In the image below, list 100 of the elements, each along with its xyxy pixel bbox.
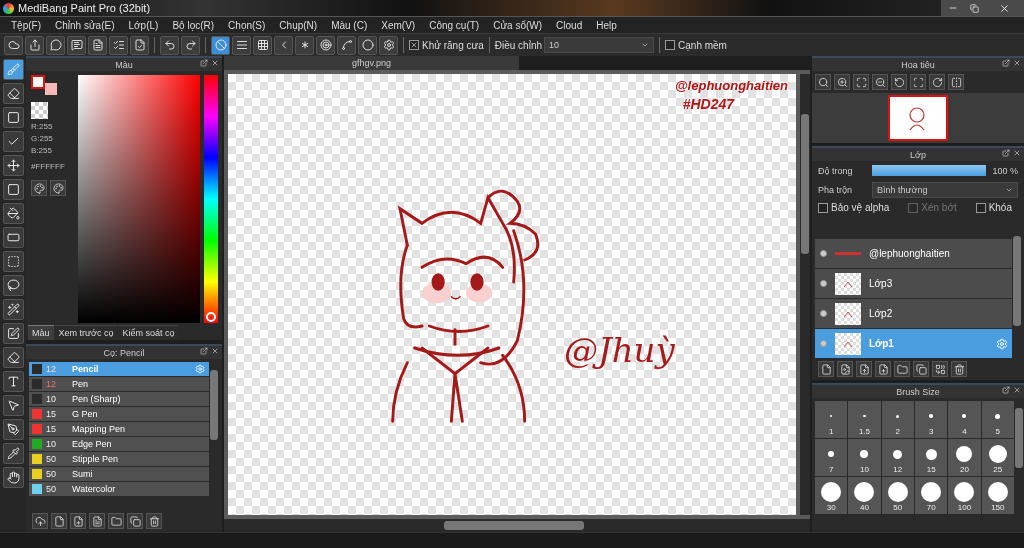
brush-size-item[interactable]: 12 [881, 439, 914, 476]
saturation-value-picker[interactable] [78, 75, 200, 323]
brush-item[interactable]: 10 Pen (Sharp) [29, 392, 209, 406]
menu-item[interactable]: Help [589, 19, 624, 31]
checkbox[interactable] [818, 202, 828, 213]
import-layer-button[interactable] [856, 361, 872, 377]
layer-item[interactable]: @lephuonghaitien [815, 239, 1012, 268]
brush-size-item[interactable]: 3 [915, 401, 948, 438]
brush-item[interactable]: 50 Watercolor [29, 482, 209, 496]
delete-button[interactable] [146, 513, 162, 529]
undock-icon[interactable] [1002, 149, 1010, 157]
operation-tool[interactable] [2, 395, 24, 416]
transparent-color-swatch[interactable] [31, 102, 48, 119]
eraser-tool[interactable] [2, 83, 24, 104]
visibility-toggle[interactable] [820, 280, 827, 287]
add-brush-button[interactable] [70, 513, 86, 529]
rotate-left-button[interactable] [891, 74, 907, 90]
brush-size-item[interactable]: 20 [948, 439, 981, 476]
brush-size-item[interactable]: 50 [881, 477, 914, 514]
close-icon[interactable] [1013, 149, 1021, 157]
add-layer-button[interactable] [875, 361, 891, 377]
brush-size-item[interactable]: 150 [981, 477, 1014, 514]
rectangle-tool[interactable] [2, 107, 24, 128]
menu-item[interactable]: Công cụ(T) [422, 19, 487, 31]
brush-item[interactable]: 15 Mapping Pen [29, 422, 209, 436]
scrollbar[interactable] [224, 519, 810, 532]
close-icon[interactable] [211, 347, 219, 355]
brush-size-item[interactable]: 70 [915, 477, 948, 514]
parallel-lines-button[interactable] [232, 35, 251, 55]
brush-size-item[interactable]: 4 [948, 401, 981, 438]
undock-icon[interactable] [1002, 386, 1010, 394]
brush-size-item[interactable]: 1.5 [848, 401, 881, 438]
menu-item[interactable]: Chỉnh sửa(E) [48, 19, 122, 31]
layer-item[interactable]: Lớp2 [815, 299, 1012, 328]
menu-item[interactable]: Cloud [549, 19, 590, 31]
bucket-tool[interactable] [2, 203, 24, 224]
merge-button[interactable] [932, 361, 948, 377]
brush-size-item[interactable]: 30 [815, 477, 848, 514]
scrollbar[interactable] [800, 74, 810, 515]
brush-file-button[interactable] [89, 513, 105, 529]
undock-icon[interactable] [200, 347, 208, 355]
brush-size-item[interactable]: 7 [815, 439, 848, 476]
zoom-in-button[interactable] [834, 74, 850, 90]
visibility-toggle[interactable] [820, 340, 827, 347]
menu-item[interactable]: Lớp(L) [121, 19, 166, 31]
magic-wand-tool[interactable] [2, 299, 24, 320]
undock-icon[interactable] [1002, 59, 1010, 67]
new-layer-button[interactable] [818, 361, 834, 377]
visibility-toggle[interactable] [820, 310, 827, 317]
ruler-settings-button[interactable] [379, 35, 398, 55]
layer-item[interactable]: Lớp3 [815, 269, 1012, 298]
circle-button[interactable] [358, 35, 377, 55]
menu-item[interactable]: Xem(V) [374, 19, 423, 31]
visibility-toggle[interactable] [820, 250, 827, 257]
brush-size-item[interactable]: 2 [881, 401, 914, 438]
undo-button[interactable] [160, 35, 179, 55]
checkbox[interactable] [975, 202, 986, 213]
select-tool[interactable] [2, 251, 24, 272]
concentric-circle-button[interactable] [316, 35, 335, 55]
select-eraser-tool[interactable] [2, 347, 24, 368]
menu-item[interactable]: Màu (C) [324, 19, 375, 31]
comment-button[interactable] [67, 35, 86, 55]
brush-item[interactable]: 50 Stipple Pen [29, 452, 209, 466]
eyedropper-tool[interactable] [2, 443, 24, 464]
share-button[interactable] [25, 35, 44, 55]
foreground-color-swatch[interactable] [31, 75, 45, 89]
panel-tab[interactable]: Màu [28, 325, 54, 340]
brush-item[interactable]: 50 Sumi [29, 467, 209, 481]
background-color-swatch[interactable] [45, 83, 57, 95]
correction-select[interactable]: 10 [544, 37, 655, 53]
disable-ruler-button[interactable] [211, 35, 230, 55]
cloud-button[interactable] [4, 35, 23, 55]
text-tool[interactable] [2, 371, 24, 392]
brush-item[interactable]: 12 Pen [29, 377, 209, 391]
fit-screen-button[interactable] [910, 74, 926, 90]
palette-button[interactable] [31, 180, 47, 196]
brush-size-item[interactable]: 40 [848, 477, 881, 514]
brush-size-item[interactable]: 25 [981, 439, 1014, 476]
undock-icon[interactable] [200, 59, 208, 67]
brush-item[interactable]: 10 Edge Pen [29, 437, 209, 451]
hue-handle[interactable] [206, 312, 216, 322]
new-brush-button[interactable] [51, 513, 67, 529]
canvas[interactable]: @lephuonghaitien #HD247 @Jhuỳ [228, 74, 796, 515]
close-icon[interactable] [1013, 386, 1021, 394]
rotate-right-button[interactable] [929, 74, 945, 90]
speech-bubble-button[interactable] [46, 35, 65, 55]
curve-button[interactable] [337, 35, 356, 55]
brush-size-item[interactable]: 100 [948, 477, 981, 514]
checkbox[interactable] [665, 40, 676, 50]
move-tool[interactable] [2, 155, 24, 176]
document-tab[interactable]: gfhgv.png [224, 56, 519, 70]
brush-tool[interactable] [2, 59, 24, 80]
blend-mode-select[interactable]: Bình thường [872, 181, 1018, 198]
fit-button[interactable] [853, 74, 869, 90]
folder-button[interactable] [894, 361, 910, 377]
menu-item[interactable]: Cửa sổ(W) [486, 19, 550, 31]
panel-tab[interactable]: Kiểm soát cọ [118, 325, 179, 340]
zoom-out-button[interactable] [872, 74, 888, 90]
folder-button[interactable] [108, 513, 124, 529]
checkbox[interactable] [409, 40, 419, 50]
